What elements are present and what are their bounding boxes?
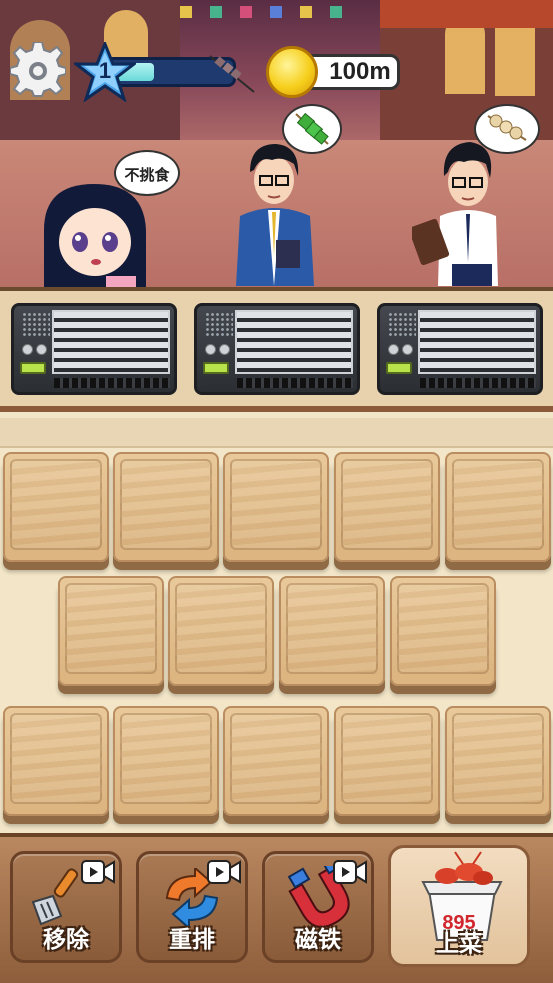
bunting-flag [270,6,282,18]
grill-vents [52,310,170,374]
grill-counter [0,287,553,412]
remove-button[interactable]: 移除 [10,851,122,963]
wood-tile[interactable] [113,706,219,816]
speaker-grid [22,312,50,336]
tile-board [0,418,553,833]
video-ad-icon [81,860,115,884]
wood-tile[interactable] [3,706,109,816]
wood-tile[interactable] [58,576,164,686]
knob [22,344,33,355]
indicator-light [203,362,229,374]
schoolboy-customer[interactable] [412,136,508,286]
wood-tile[interactable] [334,452,440,562]
settings-gear-icon[interactable] [10,42,66,98]
speaker-grid [205,312,233,336]
grill-slot[interactable] [194,303,360,395]
shuffle-button[interactable]: 重排 [136,851,248,963]
grill-base [237,378,353,388]
serve-button[interactable]: 895 上菜 [388,845,530,967]
shuffle-label: 重排 [169,927,215,953]
meatball-skewer-icon [487,114,527,141]
bottom-toolbar: 移除 重排 磁铁 895 上菜 [0,833,553,983]
coin-amount: 100m [329,58,391,85]
skewer-decoration-icon [209,55,255,93]
green-vegetable-skewer-icon [295,112,329,145]
awning [380,0,553,28]
grill-base [420,378,536,388]
knob [402,344,413,355]
order-bubble-text: 不挑食 [124,167,170,184]
bunting-flag [300,6,312,18]
grill-base [54,378,170,388]
businessman-customer[interactable] [232,136,316,286]
coin-icon [266,46,318,98]
wood-tile[interactable] [334,706,440,816]
knob [219,344,230,355]
wood-tile[interactable] [223,452,329,562]
bunting-flag [180,6,192,18]
wood-tile[interactable] [3,452,109,562]
board-edge [0,418,553,448]
speaker-grid [388,312,416,336]
wood-tile[interactable] [223,706,329,816]
grill-slot[interactable] [377,303,543,395]
wood-tile[interactable] [113,452,219,562]
wood-tile[interactable] [390,576,496,686]
spatula-icon [31,868,79,926]
knob [205,344,216,355]
magnet-button[interactable]: 磁铁 [262,851,374,963]
wood-tile[interactable] [445,706,551,816]
video-ad-icon [207,860,241,884]
grill-vents [235,310,353,374]
level-number: 1 [98,58,112,83]
indicator-light [386,362,412,374]
wood-tile[interactable] [445,452,551,562]
grill-slot[interactable] [11,303,177,395]
wood-tile[interactable] [279,576,385,686]
girl-customer[interactable] [36,180,154,287]
indicator-light [20,362,46,374]
bunting-flag [330,6,342,18]
bunting-flag [240,6,252,18]
knob [388,344,399,355]
video-ad-icon [333,860,367,884]
wood-tile[interactable] [168,576,274,686]
grill-vents [418,310,536,374]
bunting-flag [210,6,222,18]
magnet-label: 磁铁 [295,927,341,953]
knob [36,344,47,355]
serve-label: 上菜 [436,931,482,957]
remove-label: 移除 [43,927,89,953]
